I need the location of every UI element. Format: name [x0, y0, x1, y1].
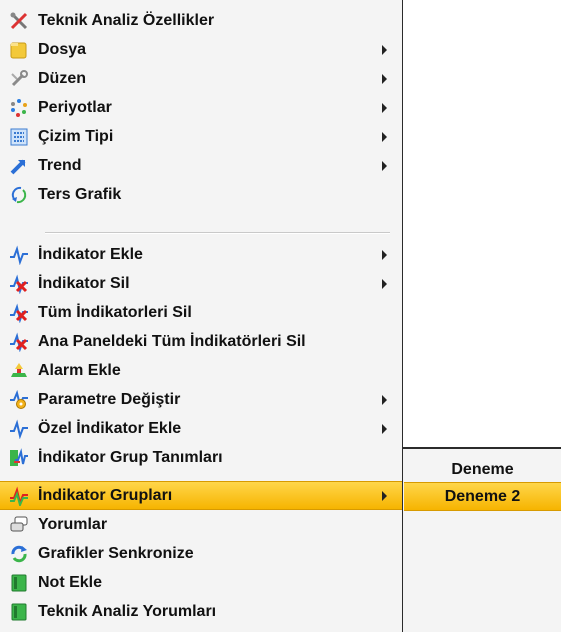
- submenu-arrow-icon: [382, 160, 387, 171]
- menu-item-label: Trend: [38, 156, 82, 174]
- alarm-add-icon: [9, 361, 29, 381]
- menu-item-label: Yorumlar: [38, 515, 108, 533]
- menu-item-label: İndikator Grupları: [38, 486, 173, 504]
- menu-item-label: Dosya: [38, 40, 87, 58]
- context-menu: Teknik Analiz Özellikler Dosya Düzen Per…: [0, 0, 403, 632]
- folder-icon: [9, 40, 29, 60]
- menu-item-label: Periyotlar: [38, 98, 112, 116]
- menu-item-label: Alarm Ekle: [38, 361, 121, 379]
- menu-item-not-ekle[interactable]: Not Ekle: [0, 568, 402, 597]
- comments-icon: [9, 515, 29, 535]
- menu-item-label: Ana Paneldeki Tüm İndikatörleri Sil: [38, 332, 306, 350]
- menu-item-teknik-analiz-ozellikler[interactable]: Teknik Analiz Özellikler: [0, 6, 402, 35]
- menu-item-label: Not Ekle: [38, 573, 103, 591]
- menu-item-alarm-ekle[interactable]: Alarm Ekle: [0, 356, 402, 385]
- indicator-delete-panel-icon: [9, 332, 29, 352]
- menu-item-label: İndikator Ekle: [38, 245, 143, 263]
- parameter-icon: [9, 389, 29, 410]
- indicator-delete-icon: [9, 274, 29, 294]
- periods-icon: [9, 98, 29, 118]
- sync-icon: [9, 544, 29, 564]
- analysis-comments-icon: [9, 602, 29, 622]
- menu-item-label: Grafikler Senkronize: [38, 544, 194, 562]
- indicator-groups-submenu: Deneme Deneme 2: [403, 447, 561, 632]
- menu-item-dosya[interactable]: Dosya: [0, 35, 402, 64]
- tools-icon: [9, 11, 29, 31]
- menu-item-teknik-analiz-yorumlari[interactable]: Teknik Analiz Yorumları: [0, 597, 402, 626]
- invert-chart-icon: [9, 185, 29, 205]
- menu-item-indikator-sil[interactable]: İndikator Sil: [0, 269, 402, 298]
- submenu-arrow-icon: [382, 131, 387, 142]
- menu-item-ana-paneldeki-tum-indikatorleri-sil[interactable]: Ana Paneldeki Tüm İndikatörleri Sil: [0, 327, 402, 356]
- menu-item-indikator-ekle[interactable]: İndikator Ekle: [0, 240, 402, 269]
- submenu-item-deneme[interactable]: Deneme: [404, 455, 561, 484]
- menu-item-label: Düzen: [38, 69, 86, 87]
- menu-item-indikator-gruplari[interactable]: İndikator Grupları: [0, 481, 402, 510]
- submenu-arrow-icon: [382, 249, 387, 260]
- submenu-arrow-icon: [382, 73, 387, 84]
- submenu-arrow-icon: [382, 490, 387, 501]
- menu-item-parametre-degistir[interactable]: Parametre Değiştir: [0, 385, 402, 414]
- chart-type-icon: [9, 127, 29, 147]
- submenu-arrow-icon: [382, 394, 387, 405]
- menu-item-label: İndikator Sil: [38, 274, 130, 292]
- indicator-add-icon: [9, 245, 29, 265]
- menu-item-label: İndikator Grup Tanımları: [38, 448, 223, 466]
- menu-item-periyotlar[interactable]: Periyotlar: [0, 93, 402, 122]
- menu-item-ozel-indikator-ekle[interactable]: Özel İndikator Ekle: [0, 414, 402, 443]
- menu-item-cizim-tipi[interactable]: Çizim Tipi: [0, 122, 402, 151]
- menu-item-label: Tüm İndikatorleri Sil: [38, 303, 192, 321]
- menu-item-indikator-grup-tanimlari[interactable]: İndikator Grup Tanımları: [0, 443, 402, 472]
- submenu-arrow-icon: [382, 423, 387, 434]
- menu-item-ters-grafik[interactable]: Ters Grafik: [0, 180, 402, 209]
- indicator-group-define-icon: [9, 447, 29, 468]
- custom-indicator-icon: [9, 419, 29, 439]
- submenu-arrow-icon: [382, 102, 387, 113]
- submenu-arrow-icon: [382, 278, 387, 289]
- menu-item-label: Teknik Analiz Yorumları: [38, 602, 217, 620]
- menu-item-label: Parametre Değiştir: [38, 390, 181, 408]
- indicator-groups-icon: [9, 486, 29, 506]
- trend-arrow-icon: [9, 156, 29, 176]
- wrench-icon: [9, 69, 29, 89]
- menu-item-label: Çizim Tipi: [38, 127, 114, 145]
- menu-item-tum-indikatorleri-sil[interactable]: Tüm İndikatorleri Sil: [0, 298, 402, 327]
- menu-item-yorumlar[interactable]: Yorumlar: [0, 510, 402, 539]
- menu-separator: [45, 232, 390, 234]
- submenu-item-deneme-2[interactable]: Deneme 2: [404, 482, 561, 511]
- indicator-delete-all-icon: [9, 303, 29, 323]
- menu-item-grafikler-senkronize[interactable]: Grafikler Senkronize: [0, 539, 402, 568]
- menu-item-trend[interactable]: Trend: [0, 151, 402, 180]
- menu-item-label: Ters Grafik: [38, 185, 122, 203]
- submenu-arrow-icon: [382, 44, 387, 55]
- menu-item-duzen[interactable]: Düzen: [0, 64, 402, 93]
- note-add-icon: [9, 573, 29, 593]
- menu-item-label: Teknik Analiz Özellikler: [38, 11, 215, 29]
- menu-item-label: Özel İndikator Ekle: [38, 419, 182, 437]
